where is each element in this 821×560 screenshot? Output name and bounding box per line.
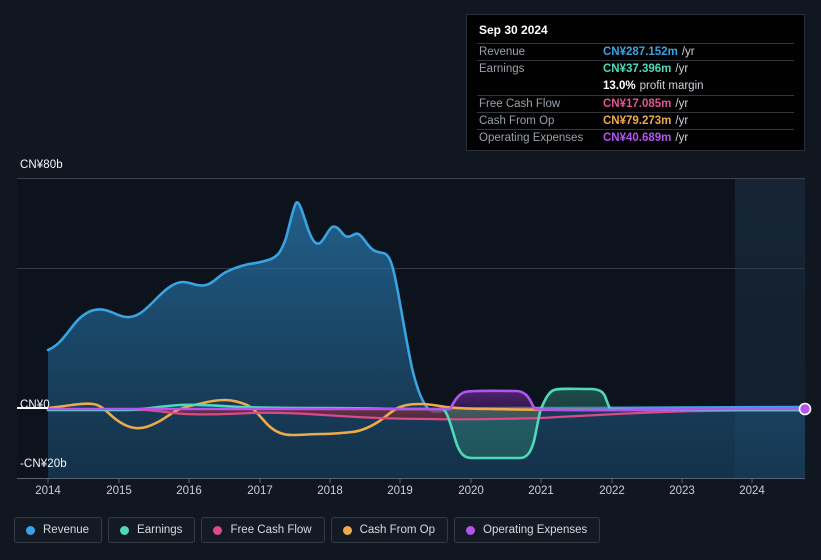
legend-item-earnings[interactable]: Earnings	[108, 517, 196, 543]
tooltip-metric-value: CN¥37.396m	[603, 63, 672, 76]
tooltip-row: Cash From Op CN¥79.273m/yr	[477, 111, 794, 129]
x-axis-tick-2017: 2017	[247, 485, 273, 497]
x-axis-tick-2016: 2016	[176, 485, 202, 497]
x-axis-tick-2021: 2021	[528, 485, 554, 497]
x-axis-tick-2024: 2024	[739, 485, 765, 497]
tooltip-metric-suffix: /yr	[681, 46, 695, 59]
legend-color-dot-icon	[26, 525, 35, 535]
tooltip-metric-value: 13.0%	[603, 79, 636, 92]
tooltip-metric-name: Operating Expenses	[479, 132, 584, 145]
data-tooltip: Sep 30 2024 Revenue CN¥287.152m/yr Earning…	[466, 14, 805, 152]
legend-color-dot-icon	[342, 525, 352, 535]
tooltip-metric-suffix: profit margin	[639, 79, 704, 92]
tooltip-metric-suffix: /yr	[675, 132, 689, 145]
tooltip-row: Earnings CN¥37.396m/yr	[477, 60, 794, 77]
x-axis-tick-2014: 2014	[35, 485, 61, 497]
tooltip-row: Operating Expenses CN¥40.689m/yr	[477, 128, 794, 146]
tooltip-row: Revenue CN¥287.152m/yr	[477, 43, 794, 60]
legend-color-dot-icon	[466, 525, 476, 535]
legend-label: Revenue	[43, 524, 90, 536]
tooltip-rows: Revenue CN¥287.152m/yr Earnings CN¥37.396m /…	[477, 43, 794, 146]
legend-color-dot-icon	[213, 525, 223, 535]
tooltip-date: Sep 30 2024	[479, 23, 548, 37]
x-axis-tick-2019: 2019	[387, 485, 413, 497]
legend-label: Free Cash Flow	[230, 524, 312, 536]
legend-label: Earnings	[137, 524, 183, 536]
tooltip-metric-value: CN¥17.085m	[603, 97, 672, 110]
tooltip-metric-name: Revenue	[479, 46, 526, 59]
chart-legend[interactable]: Revenue Earnings Free Cash Flow Cash From O…	[14, 517, 601, 543]
x-axis-tick-2018: 2018	[317, 485, 343, 497]
tooltip-metric-value: CN¥287.152m	[603, 46, 678, 59]
tooltip-row: 13.0% profit margin	[477, 77, 794, 94]
latest-value-marker[interactable]	[798, 402, 812, 416]
legend-label: Operating Expenses	[483, 524, 588, 536]
legend-item-revenue[interactable]: Revenue	[14, 517, 103, 543]
tooltip-row: Free Cash Flow CN¥17.085m/yr	[477, 94, 794, 112]
tooltip-metric-name: Cash From Op	[479, 114, 555, 127]
x-axis-tick-2015: 2015	[106, 485, 132, 497]
tooltip-metric-suffix: /yr	[675, 97, 689, 110]
legend-item-free-cash-flow[interactable]: Free Cash Flow	[201, 517, 325, 543]
tooltip-metric-suffix: /yr	[675, 63, 689, 76]
tooltip-metric-suffix: /yr	[675, 114, 689, 127]
x-axis-tick-2020: 2020	[458, 485, 484, 497]
legend-item-cash-from-op[interactable]: Cash From Op	[330, 517, 449, 543]
x-axis-tick-2022: 2022	[599, 485, 625, 497]
legend-label: Cash From Op	[359, 524, 436, 536]
tooltip-metric-value: CN¥40.689m	[603, 132, 672, 145]
tooltip-metric-name: Free Cash Flow	[479, 97, 561, 110]
tooltip-metric-value: CN¥79.273m	[603, 114, 672, 127]
legend-item-operating-expenses[interactable]: Operating Expenses	[454, 517, 601, 543]
financial-chart-page: CN¥80b CN¥0 -CN¥20b 2014 2015 2016 2017 2018…	[0, 0, 821, 560]
tooltip-metric-name: Earnings	[479, 63, 525, 76]
legend-color-dot-icon	[120, 525, 130, 535]
x-axis-tick-2023: 2023	[669, 485, 695, 497]
